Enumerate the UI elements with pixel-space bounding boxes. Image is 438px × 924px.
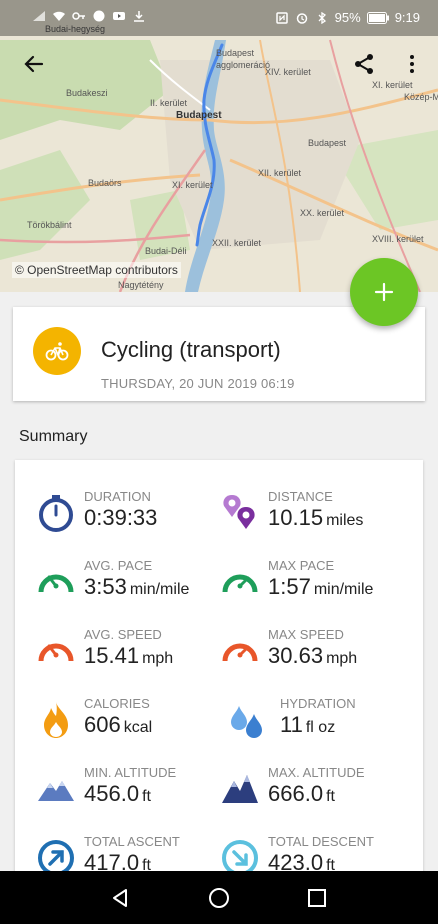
location-pins-icon xyxy=(223,495,255,529)
stat-label: AVG. SPEED xyxy=(84,627,162,642)
status-right-icons: 95% 9:19 xyxy=(275,10,420,25)
mountain-dark-icon xyxy=(222,775,258,803)
stat-value: 456.0 ft xyxy=(84,781,151,806)
wifi-icon xyxy=(53,11,65,21)
stat-label: HYDRATION xyxy=(280,696,356,711)
map-label: Törökbálint xyxy=(27,220,72,230)
stat-label: CALORIES xyxy=(84,696,150,711)
map-label: XXII. kerület xyxy=(212,238,262,248)
sport-badge xyxy=(33,327,81,375)
stat-avg-pace[interactable]: AVG. PACE 3:53 min/mile xyxy=(36,558,226,618)
stat-value: 30.63 mph xyxy=(268,643,358,668)
nav-home-button[interactable] xyxy=(204,883,234,913)
clock: 9:19 xyxy=(394,10,420,25)
stat-distance[interactable]: DISTANCE 10.15 miles xyxy=(220,489,410,549)
signal-icon xyxy=(33,11,45,21)
stopwatch-icon xyxy=(39,495,73,532)
gauge-orange-icon xyxy=(38,643,74,662)
stat-value: 15.41 mph xyxy=(84,643,174,668)
map-label: XX. kerület xyxy=(300,208,345,218)
stat-min-altitude[interactable]: MIN. ALTITUDE 456.0 ft xyxy=(36,765,226,825)
flame-icon xyxy=(44,702,68,738)
stat-hydration[interactable]: HYDRATION 11 fl oz xyxy=(227,696,417,756)
stat-avg-speed[interactable]: AVG. SPEED 15.41 mph xyxy=(36,627,226,687)
summary-stats-card: DURATION 0:39:33 DISTANCE 10.15 miles AVG… xyxy=(15,460,423,880)
stat-label: MAX SPEED xyxy=(268,627,344,642)
summary-heading: Summary xyxy=(19,428,88,445)
back-button[interactable] xyxy=(16,46,52,82)
nfc-icon xyxy=(275,11,288,24)
stat-duration[interactable]: DURATION 0:39:33 xyxy=(36,489,226,549)
stat-value: 1:57 min/mile xyxy=(268,574,374,599)
route-map[interactable]: Budai-hegység Budapest agglomeráció XIV.… xyxy=(0,0,438,292)
map-label: Budaörs xyxy=(88,178,122,188)
map-attribution[interactable]: © OpenStreetMap contributors xyxy=(12,262,181,278)
battery-percent: 95% xyxy=(334,10,361,25)
nav-recents-button[interactable] xyxy=(302,883,332,913)
map-label: XVIII. kerület xyxy=(372,234,424,244)
stat-value: 0:39:33 xyxy=(84,505,158,530)
nav-back-button[interactable] xyxy=(106,883,136,913)
stat-value: 10.15 miles xyxy=(268,505,364,530)
stat-label: MIN. ALTITUDE xyxy=(84,765,177,780)
stat-label: DURATION xyxy=(84,489,151,504)
workout-header-card: Cycling (transport) THURSDAY, 20 JUN 201… xyxy=(13,307,425,401)
stat-max-pace[interactable]: MAX PACE 1:57 min/mile xyxy=(220,558,410,618)
map-label: Nagytétény xyxy=(118,280,164,290)
bicycle-icon xyxy=(45,342,69,361)
map-background xyxy=(0,0,438,292)
map-label: II. kerület xyxy=(150,98,188,108)
square-recents-icon xyxy=(308,889,326,907)
stat-max-altitude[interactable]: MAX. ALTITUDE 666.0 ft xyxy=(220,765,410,825)
map-label: Budapest xyxy=(308,138,347,148)
circle-home-icon xyxy=(209,888,229,908)
stat-value: 3:53 min/mile xyxy=(84,574,190,599)
arrow-back-icon xyxy=(24,55,44,73)
water-drops-icon xyxy=(231,706,262,738)
stat-label: AVG. PACE xyxy=(84,558,153,573)
mountain-light-icon xyxy=(38,781,74,801)
bluetooth-icon xyxy=(318,11,326,24)
map-label: agglomeráció xyxy=(216,60,271,70)
gauge-green-icon xyxy=(222,574,258,593)
stat-label: TOTAL DESCENT xyxy=(268,834,374,849)
map-label: Budapest xyxy=(216,48,255,58)
app-notification-icon xyxy=(93,10,105,22)
stat-value: 11 fl oz xyxy=(280,712,336,737)
more-vertical-icon xyxy=(410,55,414,73)
stat-value: 606 kcal xyxy=(84,712,153,737)
add-button[interactable] xyxy=(350,258,418,326)
gauge-green-icon xyxy=(38,574,74,593)
download-icon xyxy=(134,11,144,22)
map-label: Budapest xyxy=(176,110,222,121)
plus-icon xyxy=(374,282,394,302)
status-bar: 95% 9:19 xyxy=(0,0,438,36)
youtube-icon xyxy=(113,12,125,20)
stat-max-speed[interactable]: MAX SPEED 30.63 mph xyxy=(220,627,410,687)
key-icon xyxy=(72,12,85,20)
map-label: Budai-Déli xyxy=(145,246,187,256)
share-icon xyxy=(355,54,373,74)
alarm-icon xyxy=(296,12,307,24)
triangle-back-icon xyxy=(113,889,127,907)
share-button[interactable] xyxy=(346,46,382,82)
map-label: Budakeszi xyxy=(66,88,108,98)
map-label: XI. kerület xyxy=(172,180,213,190)
stat-label: MAX PACE xyxy=(268,558,335,573)
stat-label: MAX. ALTITUDE xyxy=(268,765,365,780)
gauge-orange-icon xyxy=(222,643,258,662)
map-label: XII. kerület xyxy=(258,168,302,178)
stat-label: DISTANCE xyxy=(268,489,333,504)
map-label: Közép-Ma xyxy=(404,92,438,102)
workout-title: Cycling (transport) xyxy=(101,337,281,362)
map-label: XIV. kerület xyxy=(265,67,311,77)
stat-label: TOTAL ASCENT xyxy=(84,834,180,849)
system-nav-bar xyxy=(0,871,438,924)
battery-icon xyxy=(366,11,389,24)
stat-value: 666.0 ft xyxy=(268,781,335,806)
stat-calories[interactable]: CALORIES 606 kcal xyxy=(36,696,226,756)
more-options-button[interactable] xyxy=(394,46,430,82)
status-left-icons xyxy=(32,10,146,22)
workout-date: THURSDAY, 20 JUN 2019 06:19 xyxy=(101,376,295,391)
